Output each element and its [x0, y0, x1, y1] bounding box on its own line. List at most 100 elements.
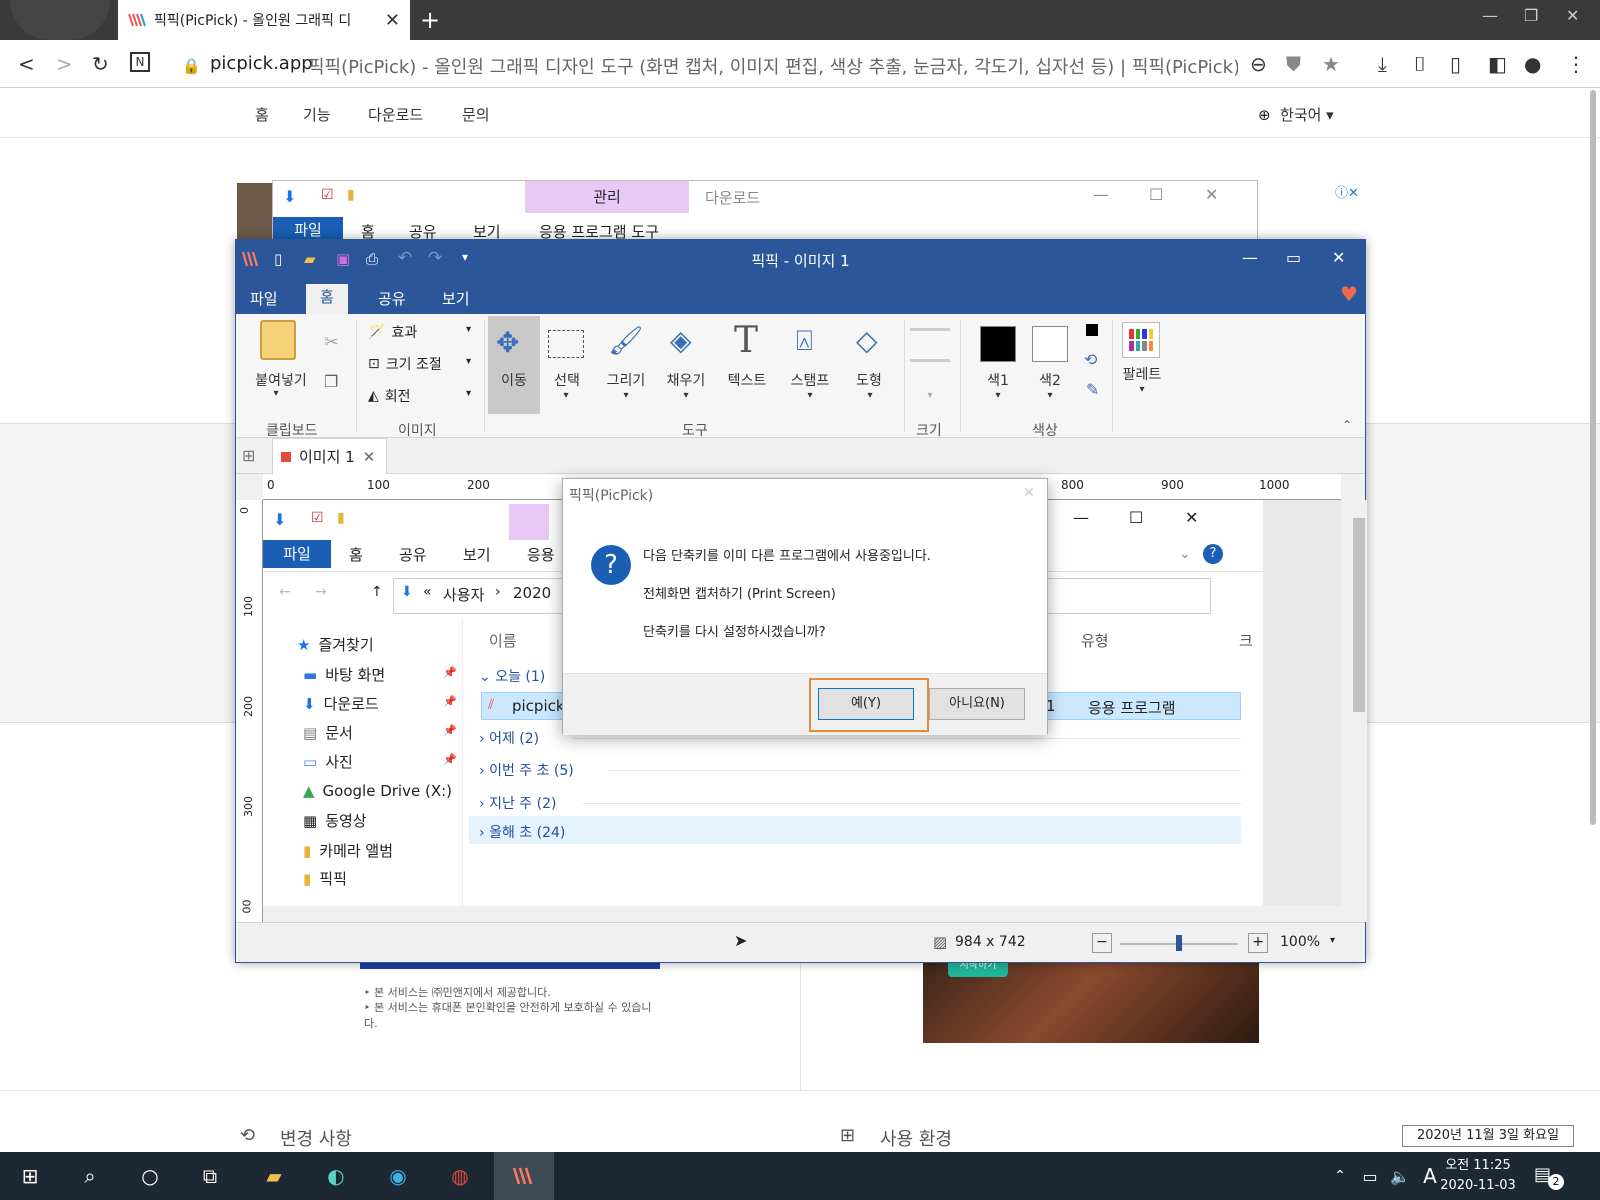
cortana-icon[interactable]: ○ [134, 1160, 166, 1192]
pp-menu-home[interactable]: 홈 [306, 284, 348, 314]
zoom-level[interactable]: 100% [1280, 934, 1320, 950]
palette-dropdown-icon[interactable]: ▾ [1132, 384, 1152, 395]
file-explorer-icon[interactable]: ▰ [258, 1160, 290, 1192]
stamp-icon[interactable]: ⍓ [796, 324, 813, 358]
color2-label[interactable]: 색2 [1024, 370, 1076, 390]
url-page-title[interactable]: 픽픽(PicPick) - 올인원 그래픽 디자인 도구 (화면 캡처, 이미지… [308, 53, 1238, 79]
zoom-dropdown-icon[interactable]: ▾ [1330, 935, 1335, 946]
close-window-icon[interactable]: ✕ [1566, 6, 1579, 25]
pp-menu-view[interactable]: 보기 [428, 286, 484, 311]
bg-close-icon[interactable]: ✕ [1205, 185, 1218, 204]
network-icon[interactable]: ▭ [1354, 1160, 1386, 1192]
url-host[interactable]: picpick.app [210, 53, 313, 74]
text-tool-icon[interactable]: T [734, 320, 758, 361]
resize-dropdown-icon[interactable]: ▾ [466, 356, 471, 367]
heart-icon[interactable]: ♥ [1340, 282, 1358, 306]
size-lines-icon[interactable] [910, 328, 950, 362]
color1-dropdown-icon[interactable]: ▾ [988, 390, 1008, 401]
tool-draw[interactable]: 그리기 [596, 370, 656, 390]
size-dropdown-icon[interactable]: ▾ [920, 390, 940, 401]
edge-icon[interactable]: ◉ [382, 1160, 414, 1192]
pp-menu-file[interactable]: 파일 [236, 286, 292, 311]
nav-features[interactable]: 기능 [303, 104, 331, 125]
manage-tab[interactable]: 관리 [525, 181, 689, 213]
language-select[interactable]: 한국어 ▾ [1280, 104, 1334, 125]
menu-more-icon[interactable]: ⋮ [1566, 52, 1586, 76]
default-colors-icon[interactable] [1086, 324, 1098, 336]
profile-avatar-icon[interactable]: ● [1524, 52, 1541, 76]
color2-dropdown-icon[interactable]: ▾ [1040, 390, 1060, 401]
zoom-slider-thumb[interactable] [1176, 935, 1182, 951]
canvas-vscroll-thumb[interactable] [1353, 518, 1365, 712]
bg-min-icon[interactable]: — [1093, 185, 1109, 204]
effect-dropdown-icon[interactable]: ▾ [466, 324, 471, 335]
browser-tab-active[interactable]: 픽픽(PicPick) - 올인원 그래픽 디 ✕ [118, 0, 410, 40]
nav-download[interactable]: 다운로드 [368, 104, 423, 125]
notification-button[interactable]: ▤ 2 [1526, 1160, 1566, 1192]
tool-move[interactable]: 이동 [488, 370, 540, 390]
chrome-icon[interactable]: ◍ [444, 1160, 476, 1192]
bg-max-icon[interactable]: ☐ [1149, 185, 1163, 204]
tool-select[interactable]: 선택 [542, 370, 592, 390]
no-button[interactable]: 아니요(N) [929, 688, 1025, 720]
reload-icon[interactable]: ↻ [92, 52, 109, 76]
tray-clock[interactable]: 오전 11:25 2020-11-03 [1438, 1156, 1518, 1196]
download-icon[interactable]: ⤓ [1378, 52, 1387, 76]
eyedropper-icon[interactable]: ✎ [1086, 380, 1099, 399]
swap-colors-icon[interactable]: ⟲ [1084, 350, 1097, 369]
paste-icon[interactable] [260, 320, 296, 360]
nav-home[interactable]: 홈 [255, 104, 269, 125]
start-windows-icon[interactable]: ⊞ [14, 1160, 46, 1192]
tab-close-icon[interactable]: ✕ [385, 10, 400, 31]
zoom-icon[interactable]: ⊖ [1250, 52, 1267, 76]
shield-icon[interactable]: ⛊ [1286, 52, 1301, 76]
sidebar-icon[interactable]: ◧ [1488, 52, 1507, 76]
pp-minimize-icon[interactable]: — [1242, 248, 1258, 267]
grid-view-icon[interactable]: ⊞ [242, 446, 255, 465]
fill-dropdown-icon[interactable]: ▾ [676, 390, 696, 401]
naver-icon[interactable]: N [130, 52, 150, 72]
shape-icon[interactable]: ◇ [856, 324, 878, 357]
canvas-hscroll-track[interactable] [263, 906, 1341, 922]
camera-icon[interactable]: ⌷ [1414, 52, 1426, 76]
dialog-close-icon[interactable]: ✕ [1023, 485, 1035, 501]
task-view-icon[interactable]: ⧉ [194, 1160, 226, 1192]
stamp-dropdown-icon[interactable]: ▾ [800, 390, 820, 401]
yes-button[interactable]: 예(Y) [818, 688, 914, 720]
folder-icon[interactable]: ▮ [347, 187, 355, 203]
draw-dropdown-icon[interactable]: ▾ [616, 390, 636, 401]
zoom-in-button[interactable]: + [1248, 933, 1268, 953]
shape-dropdown-icon[interactable]: ▾ [860, 390, 880, 401]
changelog-title[interactable]: 변경 사항 [280, 1125, 352, 1151]
palette-label[interactable]: 팔레트 [1112, 364, 1172, 384]
color2-swatch[interactable] [1032, 326, 1068, 362]
pp-menu-share[interactable]: 공유 [364, 286, 420, 311]
app-icon[interactable]: ◐ [320, 1160, 352, 1192]
tool-stamp[interactable]: 스탬프 [780, 370, 840, 390]
fill-bucket-icon[interactable]: ◈ [670, 324, 692, 357]
quick-access-down-icon[interactable]: ⬇ [283, 187, 296, 206]
star-icon[interactable]: ★ [1322, 52, 1340, 76]
move-tool-icon[interactable]: ✥ [496, 326, 519, 359]
zoom-out-button[interactable]: − [1092, 933, 1112, 953]
new-tab-button[interactable]: + [420, 6, 440, 34]
tool-shape[interactable]: 도형 [842, 370, 896, 390]
brush-icon[interactable]: 🖌 [608, 324, 644, 357]
cut-icon[interactable]: ✂ [324, 332, 339, 353]
rotate-button[interactable]: ◭ 회전 [368, 386, 411, 406]
back-icon[interactable]: < [18, 52, 35, 76]
select-dropdown-icon[interactable]: ▾ [556, 390, 576, 401]
palette-icon[interactable] [1122, 322, 1160, 358]
collapse-ribbon-icon[interactable]: ⌃ [1342, 418, 1352, 432]
reader-icon[interactable]: ▯ [1450, 52, 1461, 76]
color1-swatch[interactable] [980, 326, 1016, 362]
paste-dropdown-icon[interactable]: ▾ [266, 388, 286, 399]
pp-close-icon[interactable]: ✕ [1332, 248, 1345, 267]
image-tab-close-icon[interactable]: ✕ [363, 448, 376, 466]
properties-icon[interactable]: ☑ [321, 187, 334, 203]
rotate-dropdown-icon[interactable]: ▾ [466, 388, 471, 399]
select-tool-icon[interactable] [548, 330, 584, 358]
ad-info-icon[interactable]: ⓘ✕ [1335, 182, 1359, 201]
pp-maximize-icon[interactable]: ▭ [1286, 248, 1301, 267]
page-scrollbar[interactable] [1590, 90, 1596, 825]
